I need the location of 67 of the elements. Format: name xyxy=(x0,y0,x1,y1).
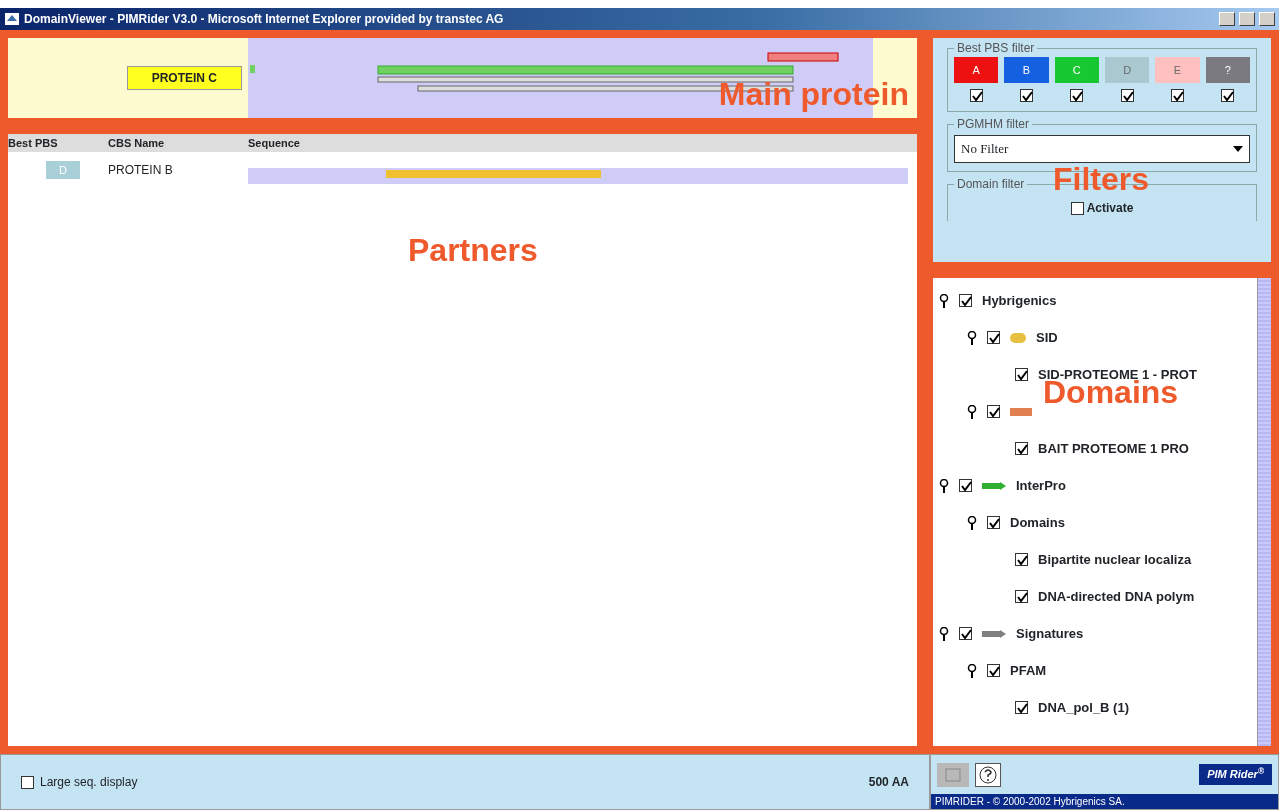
logo: PIM Rider$^{®}$ xyxy=(1199,764,1272,785)
copyright-text: PIMRIDER - © 2000-2002 Hybrigenics SA. xyxy=(931,794,1278,809)
column-header: Sequence xyxy=(248,135,301,151)
checkbox[interactable] xyxy=(1020,89,1033,102)
tree-item-label[interactable]: BAIT PROTEOME 1 PRO xyxy=(1038,438,1189,459)
protein-label: PROTEIN C xyxy=(126,66,242,90)
tree-item-label[interactable]: DNA-directed DNA polym xyxy=(1038,586,1195,607)
tree-item-label[interactable]: Hybrigenics xyxy=(982,290,1057,311)
annotation-label: Partners xyxy=(408,234,538,266)
maximize-button[interactable] xyxy=(1239,12,1255,26)
expand-handle-icon[interactable] xyxy=(939,626,949,641)
expand-handle-icon[interactable] xyxy=(939,293,949,308)
window-icon xyxy=(4,11,20,27)
checkbox[interactable] xyxy=(959,479,972,492)
dropdown-value: No Filter xyxy=(961,140,1009,159)
grade-button[interactable]: ? xyxy=(1205,57,1250,83)
tree-item-label[interactable]: DNA_pol_B (1) xyxy=(1038,697,1129,718)
checkbox[interactable] xyxy=(1171,89,1184,102)
caret-icon xyxy=(1233,146,1243,152)
checkbox[interactable] xyxy=(959,294,972,307)
expand-handle-icon[interactable] xyxy=(967,404,977,419)
checkbox[interactable] xyxy=(1015,442,1028,455)
window-title: DomainViewer - PIMRider V3.0 - Microsoft Internet Explorer provided by transtec AG xyxy=(24,11,505,28)
checkbox[interactable] xyxy=(21,775,34,789)
close-button[interactable] xyxy=(1259,12,1275,26)
checkbox[interactable] xyxy=(1221,89,1235,102)
tree-item-label[interactable]: SID xyxy=(1036,327,1058,348)
tree-item-label[interactable]: Bipartite nuclear localiza xyxy=(1038,549,1192,570)
checkbox[interactable] xyxy=(1015,553,1028,566)
scale-label: 500 AA xyxy=(868,774,909,791)
checkbox[interactable] xyxy=(1070,89,1084,102)
group-title: Best PBS filter xyxy=(954,41,1038,55)
partner-name: PROTEIN B xyxy=(108,162,174,179)
tree-item-label[interactable]: PFAM xyxy=(1010,660,1047,681)
tree-item-label[interactable]: InterPro xyxy=(1016,475,1066,496)
tree-item-label[interactable]: Domains xyxy=(1010,512,1065,533)
checkbox[interactable] xyxy=(987,664,1000,677)
annotation-label: Filters xyxy=(1053,163,1150,195)
pbs-badge: D xyxy=(46,161,80,179)
scrollbar[interactable] xyxy=(1257,278,1271,746)
checkbox[interactable] xyxy=(1015,701,1028,714)
annotation-label: Main protein xyxy=(718,78,909,110)
grade-button[interactable]: A xyxy=(954,57,999,83)
group-title: Domain filter xyxy=(954,177,1028,191)
checkbox[interactable] xyxy=(1015,590,1028,603)
checkbox[interactable] xyxy=(1120,89,1134,102)
checkbox[interactable] xyxy=(987,405,1000,418)
column-header: CBS Name xyxy=(108,135,166,151)
checkbox-label: Activate xyxy=(1086,200,1134,217)
expand-handle-icon[interactable] xyxy=(939,478,949,493)
grade-button[interactable]: B xyxy=(1004,57,1049,83)
filter-dropdown[interactable]: No Filter xyxy=(954,135,1250,163)
checkbox[interactable] xyxy=(1070,201,1084,215)
group-title: PGMHM filter xyxy=(954,117,1032,131)
checkbox[interactable] xyxy=(987,516,1000,529)
checkbox[interactable] xyxy=(1015,368,1028,381)
expand-handle-icon[interactable] xyxy=(967,330,977,345)
help-icon[interactable] xyxy=(975,762,1001,787)
minimize-button[interactable] xyxy=(1219,12,1235,26)
checkbox-label: Large seq. display xyxy=(40,774,139,791)
checkbox[interactable] xyxy=(969,89,983,102)
checkbox[interactable] xyxy=(959,627,972,640)
expand-handle-icon[interactable] xyxy=(967,515,977,530)
checkbox[interactable] xyxy=(987,331,1000,344)
column-header: Best PBS xyxy=(8,135,59,151)
tree-item-label[interactable]: Signatures xyxy=(1016,623,1084,644)
expand-handle-icon[interactable] xyxy=(967,663,977,678)
